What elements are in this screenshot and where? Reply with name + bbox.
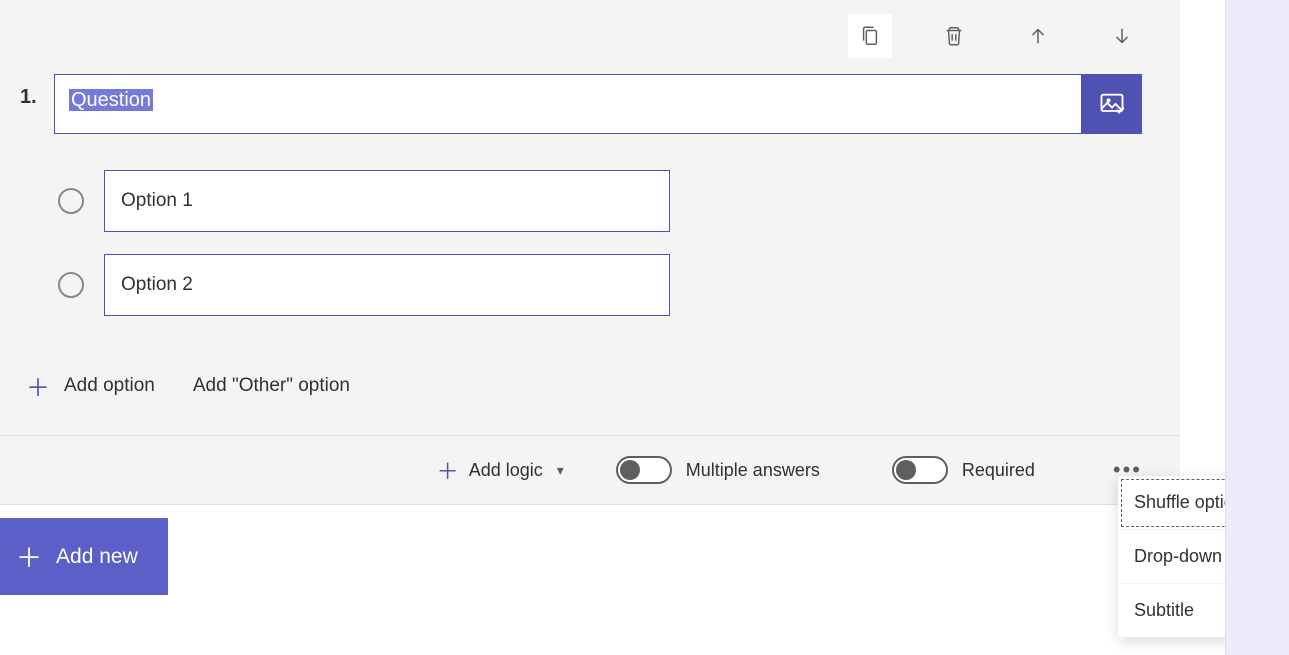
move-down-button[interactable] (1100, 14, 1144, 58)
radio-icon[interactable] (58, 272, 84, 298)
copy-button[interactable] (848, 14, 892, 58)
question-card: 1. Question Option 1 (0, 0, 1180, 505)
required-group: Required (892, 456, 1035, 484)
option-label: Option 2 (121, 274, 193, 296)
required-toggle[interactable] (892, 456, 948, 484)
required-label: Required (962, 460, 1035, 481)
question-footer: ＋ Add logic ▾ Multiple answers Required … (0, 435, 1180, 504)
trash-icon (943, 25, 965, 47)
option-input[interactable]: Option 1 (104, 170, 670, 232)
question-toolbar (0, 0, 1180, 60)
question-input[interactable]: Question (54, 74, 1082, 134)
multiple-answers-label: Multiple answers (686, 460, 820, 481)
add-logic-label: Add logic (469, 460, 543, 481)
multiple-answers-toggle[interactable] (616, 456, 672, 484)
plus-icon: ＋ (26, 368, 50, 403)
question-text-selected: Question (69, 89, 153, 111)
right-rail (1225, 0, 1289, 655)
option-row: Option 1 (58, 170, 1180, 232)
options-list: Option 1 Option 2 (0, 134, 1180, 346)
add-option-button[interactable]: Add option (64, 375, 155, 397)
delete-button[interactable] (932, 14, 976, 58)
copy-icon (859, 25, 881, 47)
plus-icon: ＋ (16, 538, 42, 575)
insert-media-button[interactable] (1082, 74, 1142, 134)
radio-icon[interactable] (58, 188, 84, 214)
plus-icon: ＋ (437, 454, 459, 486)
chevron-down-icon: ▾ (557, 462, 564, 479)
image-icon (1098, 90, 1126, 118)
add-other-button[interactable]: Add "Other" option (193, 375, 350, 397)
multiple-answers-group: Multiple answers (616, 456, 820, 484)
question-row: 1. Question (0, 60, 1180, 134)
arrow-down-icon (1111, 25, 1133, 47)
option-label: Option 1 (121, 190, 193, 212)
add-logic-button[interactable]: ＋ Add logic ▾ (437, 454, 564, 486)
option-input[interactable]: Option 2 (104, 254, 670, 316)
add-new-label: Add new (56, 545, 138, 569)
add-new-button[interactable]: ＋ Add new (0, 518, 168, 595)
move-up-button[interactable] (1016, 14, 1060, 58)
add-options-row: ＋ Add option Add "Other" option (0, 346, 1180, 435)
question-input-wrap: Question (54, 74, 1142, 134)
question-number: 1. (20, 86, 42, 109)
arrow-up-icon (1027, 25, 1049, 47)
option-row: Option 2 (58, 254, 1180, 316)
